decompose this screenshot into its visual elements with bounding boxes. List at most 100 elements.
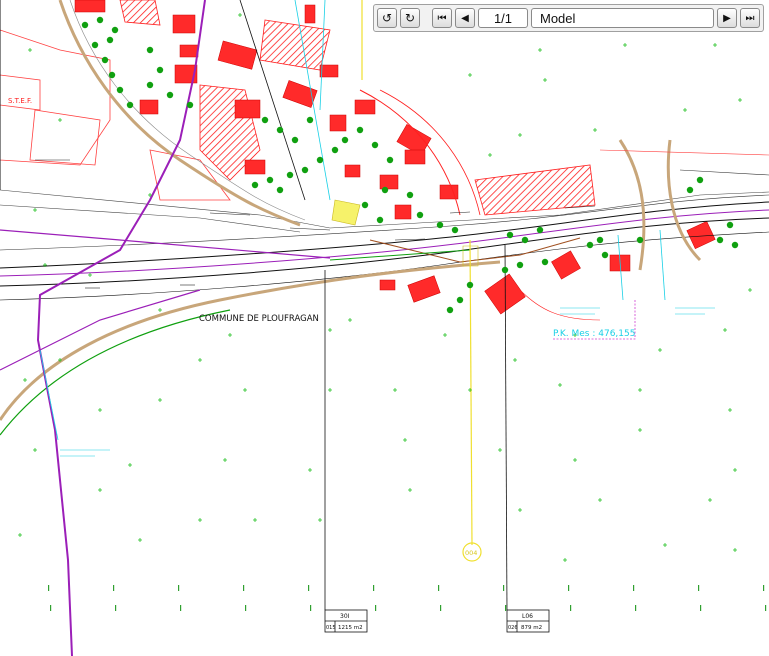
skip-first-icon: ⏮ bbox=[437, 12, 447, 24]
tree-symbol bbox=[91, 41, 99, 49]
grid-tick bbox=[50, 605, 52, 611]
grid-tick bbox=[310, 605, 312, 611]
grid-tick bbox=[568, 585, 570, 591]
tree-symbol bbox=[506, 231, 514, 239]
survey-cross bbox=[723, 328, 727, 332]
survey-cross bbox=[573, 458, 577, 462]
tree-symbol bbox=[731, 241, 739, 249]
drawing-viewport[interactable]: P.K. Mes : 476,155 COMMUNE DE PLOUFRAGAN… bbox=[0, 0, 769, 656]
survey-cross bbox=[253, 518, 257, 522]
survey-cross bbox=[198, 518, 202, 522]
grid-tick bbox=[113, 585, 115, 591]
parcel-left-area: 1215 m2 bbox=[338, 625, 363, 631]
tree-symbol bbox=[156, 66, 164, 74]
tree-symbol bbox=[596, 236, 604, 244]
survey-cross bbox=[158, 398, 162, 402]
survey-cross bbox=[543, 78, 547, 82]
rotate-left-button[interactable]: ↺ bbox=[377, 8, 397, 28]
tree-symbol bbox=[301, 166, 309, 174]
parcel-right-area: 879 m2 bbox=[521, 625, 542, 631]
tree-symbol bbox=[251, 181, 259, 189]
axis-lines bbox=[0, 0, 666, 611]
tree-symbol bbox=[456, 296, 464, 304]
grid-tick bbox=[633, 585, 635, 591]
grid-tick bbox=[180, 605, 182, 611]
survey-cross bbox=[563, 558, 567, 562]
parcel-label-right: L06 026 879 m2 bbox=[506, 609, 550, 633]
survey-cross bbox=[498, 448, 502, 452]
survey-cross bbox=[403, 438, 407, 442]
boundary-lines bbox=[0, 0, 331, 656]
survey-cross bbox=[348, 318, 352, 322]
tree-symbol bbox=[356, 126, 364, 134]
tree-symbol bbox=[261, 116, 269, 124]
survey-cross bbox=[308, 468, 312, 472]
tree-symbol bbox=[116, 86, 124, 94]
tree-symbol bbox=[106, 36, 114, 44]
survey-cross bbox=[393, 388, 397, 392]
grid-tick bbox=[373, 585, 375, 591]
last-page-button[interactable]: ⏭ bbox=[740, 8, 760, 28]
grid-tick bbox=[503, 585, 505, 591]
tree-symbol bbox=[466, 281, 474, 289]
survey-cross bbox=[598, 498, 602, 502]
survey-cross bbox=[468, 73, 472, 77]
tree-symbol bbox=[501, 266, 509, 274]
tree-symbol bbox=[586, 241, 594, 249]
next-page-button[interactable]: ▶ bbox=[717, 8, 737, 28]
survey-cross bbox=[518, 133, 522, 137]
tree-symbol bbox=[541, 258, 549, 266]
previous-page-button[interactable]: ◀ bbox=[455, 8, 475, 28]
grid-tick bbox=[765, 605, 767, 611]
survey-cross bbox=[243, 388, 247, 392]
tree-symbol bbox=[111, 26, 119, 34]
triangle-left-icon: ◀ bbox=[461, 12, 469, 24]
tree-symbol bbox=[451, 226, 459, 234]
tree-symbol bbox=[316, 156, 324, 164]
survey-cross bbox=[128, 463, 132, 467]
grid-tick bbox=[698, 585, 700, 591]
viewer-toolbar: ↺ ↻ ⏮ ◀ 1/1 Model ▶ ⏭ bbox=[373, 4, 764, 32]
grid-tick bbox=[115, 605, 117, 611]
first-page-button[interactable]: ⏮ bbox=[432, 8, 452, 28]
grid-ticks bbox=[48, 585, 767, 611]
tree-symbol bbox=[386, 156, 394, 164]
survey-cross bbox=[638, 388, 642, 392]
tree-symbol bbox=[126, 101, 134, 109]
grid-tick bbox=[440, 605, 442, 611]
survey-cross bbox=[98, 488, 102, 492]
cad-drawing[interactable]: P.K. Mes : 476,155 COMMUNE DE PLOUFRAGAN… bbox=[0, 0, 769, 656]
tree-symbol bbox=[536, 226, 544, 234]
stef-label: S.T.E.F. bbox=[8, 97, 32, 105]
grid-tick bbox=[635, 605, 637, 611]
rotate-right-button[interactable]: ↻ bbox=[400, 8, 420, 28]
parcel-label-left: 30I 015 1215 m2 bbox=[324, 609, 368, 633]
survey-cross bbox=[518, 508, 522, 512]
tree-symbol bbox=[146, 46, 154, 54]
survey-cross bbox=[158, 308, 162, 312]
survey-cross bbox=[238, 13, 242, 17]
parcel-left-name: 30I bbox=[340, 613, 350, 620]
survey-cross bbox=[638, 428, 642, 432]
survey-cross bbox=[663, 543, 667, 547]
grid-tick bbox=[700, 605, 702, 611]
tree-symbol bbox=[166, 91, 174, 99]
grid-tick bbox=[505, 605, 507, 611]
survey-cross bbox=[408, 488, 412, 492]
survey-cross bbox=[318, 518, 322, 522]
survey-cross bbox=[88, 273, 92, 277]
grid-tick bbox=[48, 585, 50, 591]
tree-symbol bbox=[726, 221, 734, 229]
tree-symbol bbox=[446, 306, 454, 314]
parcel-right-code: 026 bbox=[508, 625, 518, 631]
survey-cross bbox=[23, 378, 27, 382]
layout-selector[interactable]: Model bbox=[531, 8, 714, 28]
grid-tick bbox=[243, 585, 245, 591]
rotate-left-icon: ↺ bbox=[381, 11, 393, 25]
page-indicator[interactable]: 1/1 bbox=[478, 8, 528, 28]
survey-cross bbox=[98, 408, 102, 412]
survey-cross bbox=[558, 383, 562, 387]
parcel-right-name: L06 bbox=[522, 613, 533, 620]
grid-tick bbox=[438, 585, 440, 591]
survey-cross bbox=[658, 348, 662, 352]
